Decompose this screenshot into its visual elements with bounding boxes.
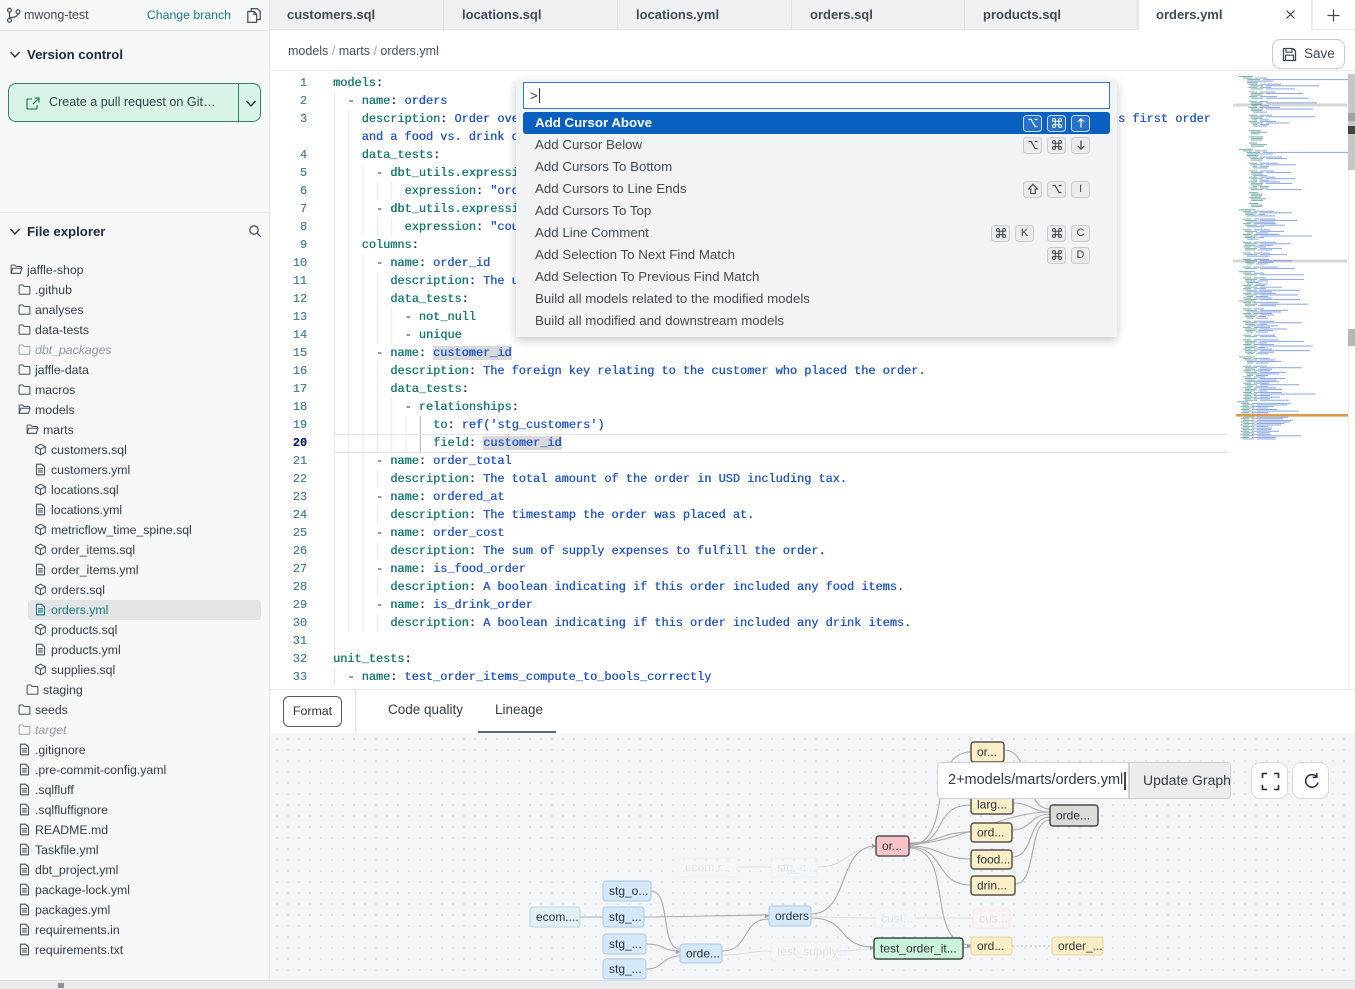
svg-text:ord...: ord... [977,826,1004,840]
svg-text:orde...: orde... [1056,809,1090,823]
svg-text:test_order_it...: test_order_it... [880,942,957,956]
svg-text:order_...: order_... [1058,939,1103,953]
svg-text:test_supply...: test_supply... [777,945,847,959]
svg-text:stg_...: stg_... [609,937,642,951]
svg-text:orders: orders [775,909,809,923]
svg-text:or...: or... [977,745,997,759]
svg-text:orde...: orde... [686,947,720,961]
svg-text:food...: food... [977,853,1010,867]
svg-text:ord...: ord... [977,939,1004,953]
svg-text:drin...: drin... [977,879,1007,893]
svg-text:larg...: larg... [977,798,1007,812]
svg-text:stg_c...: stg_c... [777,861,816,875]
svg-text:stg_...: stg_... [609,910,642,924]
svg-text:stg_...: stg_... [609,962,642,976]
svg-text:ecom.r...: ecom.r... [685,861,731,875]
svg-text:ecom....: ecom.... [536,910,579,924]
svg-text:stg_o...: stg_o... [609,884,648,898]
svg-text:or...: or... [882,839,902,853]
svg-text:cust...: cust... [881,912,913,926]
svg-text:cus...: cus... [979,912,1008,926]
